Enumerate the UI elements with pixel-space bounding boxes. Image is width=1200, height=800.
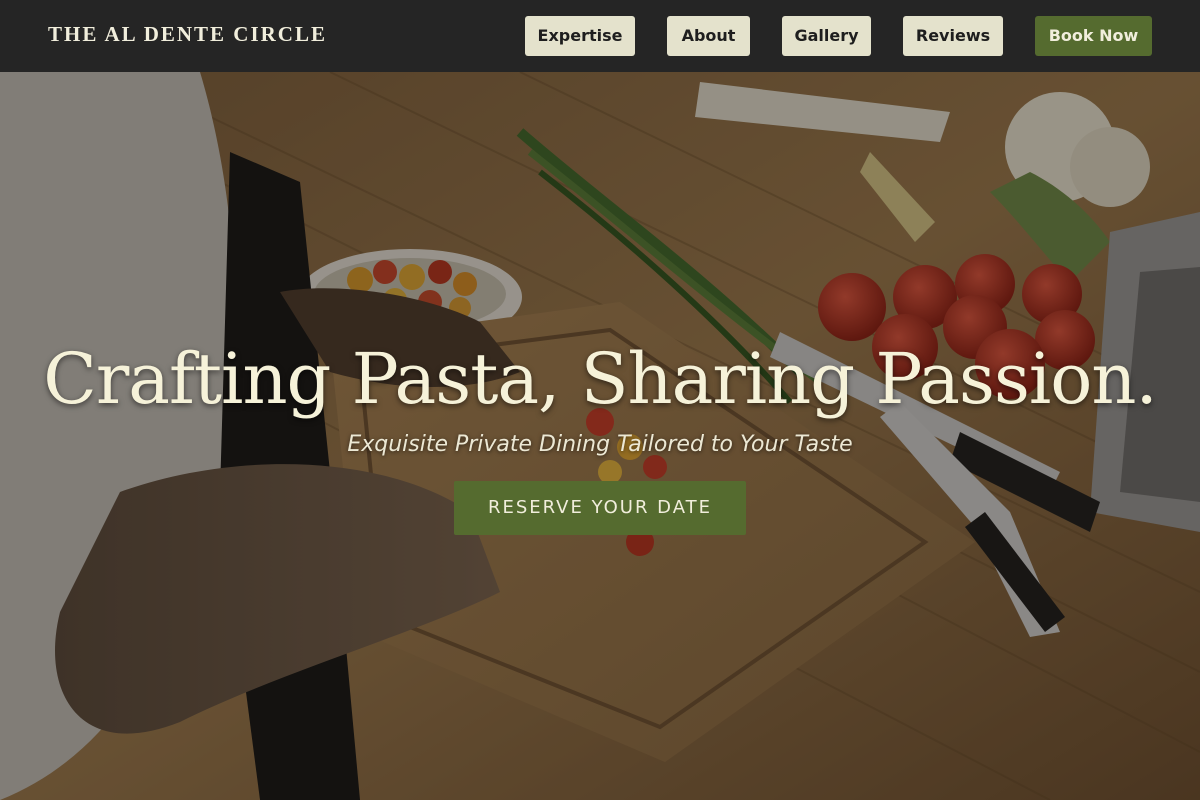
site-logo[interactable]: THE AL DENTE CIRCLE bbox=[48, 22, 327, 47]
hero-heading: Crafting Pasta, Sharing Passion. bbox=[43, 338, 1157, 420]
reserve-date-button[interactable]: RESERVE YOUR DATE bbox=[454, 481, 746, 535]
site-header: THE AL DENTE CIRCLE Expertise About Gall… bbox=[0, 0, 1200, 72]
hero-subheading: Exquisite Private Dining Tailored to You… bbox=[347, 432, 853, 457]
nav-gallery-button[interactable]: Gallery bbox=[782, 16, 871, 56]
nav-about-button[interactable]: About bbox=[667, 16, 750, 56]
nav-expertise-button[interactable]: Expertise bbox=[525, 16, 635, 56]
hero-section: Crafting Pasta, Sharing Passion. Exquisi… bbox=[0, 72, 1200, 800]
nav-reviews-button[interactable]: Reviews bbox=[903, 16, 1003, 56]
book-now-button[interactable]: Book Now bbox=[1035, 16, 1152, 56]
